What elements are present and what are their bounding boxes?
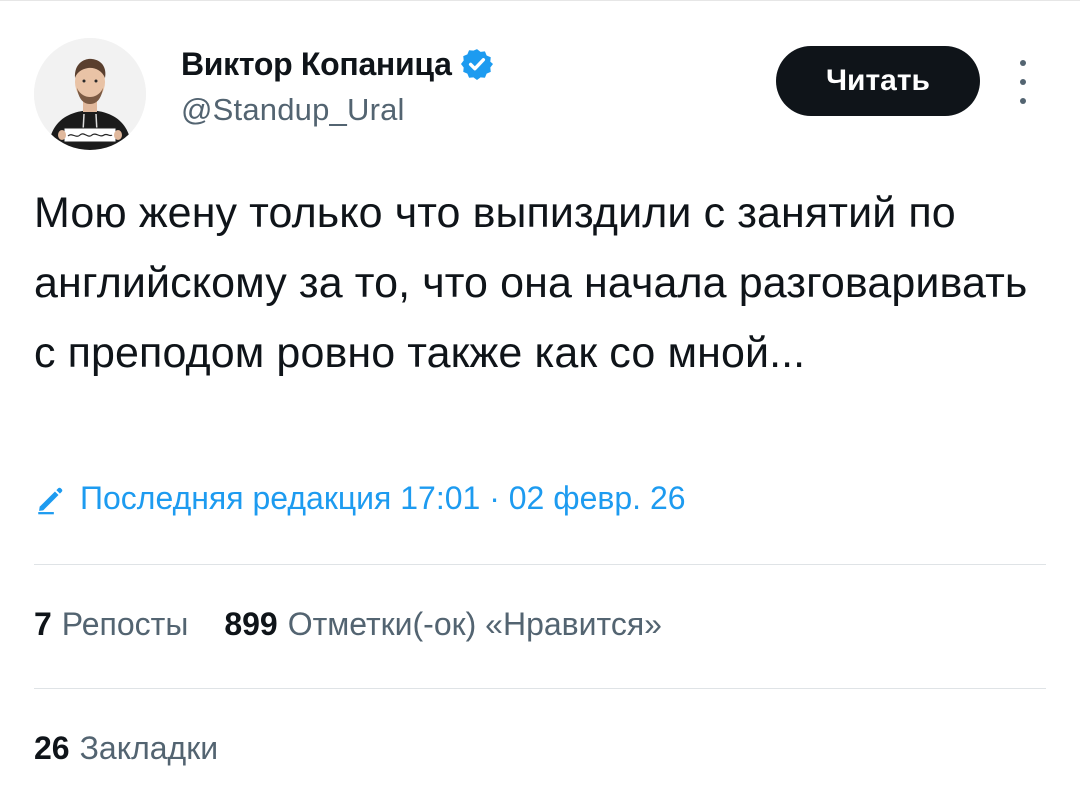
divider: [34, 564, 1046, 565]
avatar-image: [34, 38, 146, 150]
divider: [34, 688, 1046, 689]
engagement-stats: 7 Репосты 899 Отметки(-ок) «Нравится»: [34, 606, 698, 643]
edit-history-text: Последняя редакция 17:01 · 02 февр. 26: [80, 480, 686, 516]
edit-history-link[interactable]: Последняя редакция 17:01 · 02 февр. 26: [34, 480, 686, 517]
author-name-row: Виктор Копаница: [181, 44, 494, 84]
reposts-stat[interactable]: 7 Репосты: [34, 606, 188, 643]
top-divider: [0, 0, 1080, 1]
tweet-text: Мою жену только что выпиздили с занятий …: [34, 189, 1028, 377]
verified-badge-icon[interactable]: [460, 47, 494, 81]
more-dot: [1020, 98, 1026, 104]
more-dot: [1020, 60, 1026, 66]
more-dot: [1020, 79, 1026, 85]
reposts-label: Репосты: [61, 606, 189, 642]
reposts-count: 7: [34, 606, 52, 642]
more-options-icon[interactable]: [1016, 60, 1030, 104]
bookmarks-count: 26: [34, 730, 70, 766]
bookmarks-label: Закладки: [79, 730, 219, 766]
pencil-icon: [34, 482, 68, 516]
bookmarks-stat[interactable]: 26 Закладки: [34, 730, 218, 767]
tweet-header: Виктор Копаница @Standup_Ural Читать: [34, 38, 1044, 153]
author-info: Виктор Копаница @Standup_Ural: [181, 44, 494, 128]
follow-button[interactable]: Читать: [776, 46, 980, 116]
likes-label: Отметки(-ок) «Нравится»: [287, 606, 662, 642]
likes-stat[interactable]: 899 Отметки(-ок) «Нравится»: [224, 606, 662, 643]
author-display-name[interactable]: Виктор Копаница: [181, 46, 452, 83]
avatar[interactable]: [34, 38, 146, 150]
likes-count: 899: [224, 606, 278, 642]
author-handle[interactable]: @Standup_Ural: [181, 92, 494, 128]
